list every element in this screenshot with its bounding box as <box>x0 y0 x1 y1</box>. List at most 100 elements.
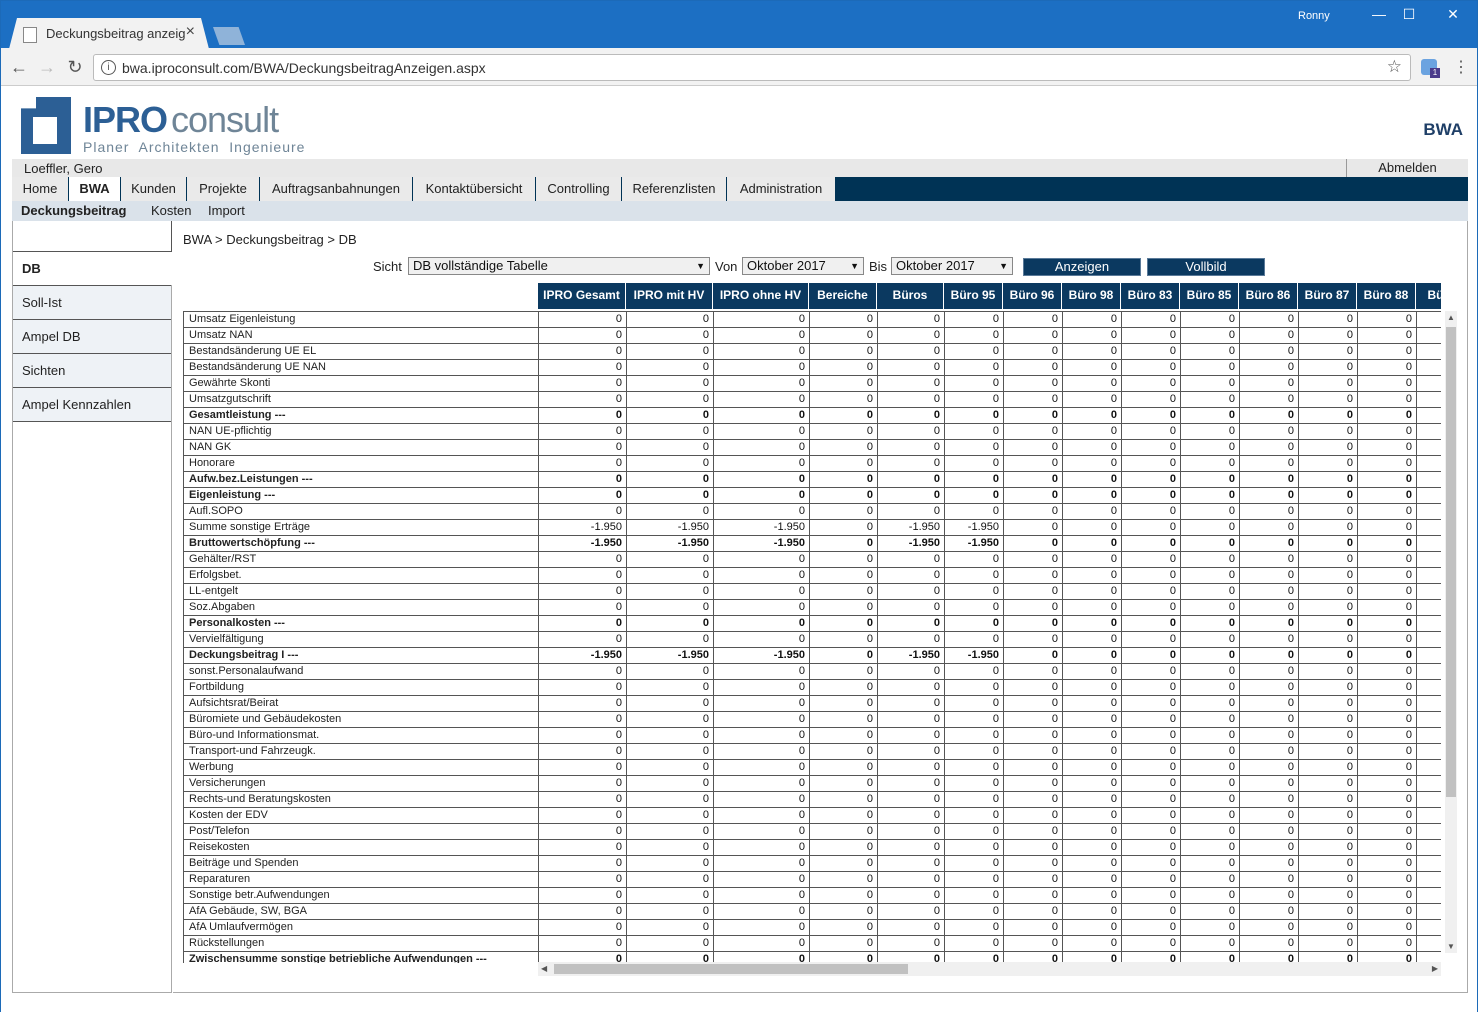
close-window-icon[interactable]: ✕ <box>1438 6 1468 23</box>
address-bar[interactable]: i bwa.iproconsult.com/BWA/Deckungsbeitra… <box>93 54 1411 81</box>
row-label: Erfolgsbet. <box>183 567 538 583</box>
scroll-right-icon[interactable]: ▶ <box>1432 964 1438 973</box>
table-cell: 0 <box>1062 791 1121 807</box>
table-cell: 0 <box>944 455 1003 471</box>
nav-kunden[interactable]: Kunden <box>121 177 187 201</box>
subnav-deckungsbeitrag[interactable]: Deckungsbeitrag <box>21 203 126 218</box>
table-cell: 0 <box>538 471 626 487</box>
new-tab-button[interactable] <box>213 27 245 45</box>
table-cell: 0 <box>1239 439 1298 455</box>
sicht-value: DB vollständige Tabelle <box>413 258 548 273</box>
table-cell: 0 <box>1003 663 1062 679</box>
table-cell: 0 <box>538 903 626 919</box>
nav-projekte[interactable]: Projekte <box>187 177 260 201</box>
sidebar-item-db[interactable]: DB <box>13 252 172 286</box>
table-cell: 0 <box>538 855 626 871</box>
table-cell: 0 <box>538 503 626 519</box>
bis-select[interactable]: Oktober 2017 ▼ <box>891 257 1013 275</box>
vollbild-button[interactable]: Vollbild <box>1147 258 1265 276</box>
vertical-scrollbar[interactable]: ▲ ▼ <box>1445 311 1457 953</box>
table-cell: 0 <box>538 583 626 599</box>
table-cell: 0 <box>538 871 626 887</box>
sidebar-item-ampel-kennzahlen[interactable]: Ampel Kennzahlen <box>13 388 171 422</box>
table-cell: 0 <box>1180 727 1239 743</box>
sicht-select[interactable]: DB vollständige Tabelle ▼ <box>408 257 710 275</box>
scrollbar-thumb[interactable] <box>554 964 908 974</box>
nav-home[interactable]: Home <box>12 177 69 201</box>
scrollbar-thumb[interactable] <box>1446 327 1456 797</box>
table-cell: 0 <box>877 695 944 711</box>
table-cell: 0 <box>877 855 944 871</box>
info-icon[interactable]: i <box>101 60 116 75</box>
close-tab-icon[interactable]: × <box>186 23 195 41</box>
minimize-icon[interactable]: — <box>1364 6 1394 22</box>
subnav-kosten[interactable]: Kosten <box>151 203 191 218</box>
nav-bwa[interactable]: BWA <box>69 177 121 201</box>
logout-button[interactable]: Abmelden <box>1346 159 1468 177</box>
nav-administration[interactable]: Administration <box>727 177 836 201</box>
url-text[interactable]: bwa.iproconsult.com/BWA/DeckungsbeitragA… <box>122 60 486 76</box>
bookmark-star-icon[interactable]: ☆ <box>1387 57 1402 77</box>
von-select[interactable]: Oktober 2017 ▼ <box>742 257 864 275</box>
table-cell: 0 <box>809 903 877 919</box>
table-row: Deckungsbeitrag I --- -1.950 -1.950 -1.950 0… <box>183 647 1441 663</box>
bis-label: Bis <box>869 259 888 274</box>
table-cell <box>1416 935 1441 951</box>
table-row: Büro-und Informationsmat. 0 0 0 0 0 0 0 0 0 0 0 0 0 <box>183 727 1441 743</box>
table-cell: 0 <box>809 519 877 535</box>
table-cell: 0 <box>877 823 944 839</box>
row-label: Eigenleistung --- <box>183 487 538 503</box>
column-header: Büro 98 <box>1062 283 1121 309</box>
back-icon[interactable]: ← <box>9 57 29 78</box>
anzeigen-button[interactable]: Anzeigen <box>1023 258 1141 276</box>
sidebar-item-sichten[interactable]: Sichten <box>13 354 171 388</box>
table-cell: 0 <box>1298 743 1357 759</box>
user-bar: Loeffler, Gero Abmelden <box>12 159 1468 177</box>
row-label: Aufsichtsrat/Beirat <box>183 695 538 711</box>
nav-kontaktuebersicht[interactable]: Kontaktübersicht <box>413 177 536 201</box>
extension-icon[interactable]: 1 <box>1421 59 1440 78</box>
table-cell <box>1416 359 1441 375</box>
sidebar-item-ampel-db[interactable]: Ampel DB <box>13 320 171 354</box>
table-cell: 0 <box>877 903 944 919</box>
table-cell: 0 <box>713 663 809 679</box>
table-cell: 0 <box>1357 423 1416 439</box>
table-row: Rechts-und Beratungskosten 0 0 0 0 0 0 0 0 0 0 0 0 0 <box>183 791 1441 807</box>
horizontal-scrollbar[interactable]: ◀ ▶ <box>538 962 1441 976</box>
table-cell: 0 <box>1121 887 1180 903</box>
reload-icon[interactable]: ↻ <box>65 57 85 78</box>
nav-referenzlisten[interactable]: Referenzlisten <box>622 177 727 201</box>
table-cell: 0 <box>538 407 626 423</box>
table-cell: 0 <box>944 775 1003 791</box>
sidebar-item-soll-ist[interactable]: Soll-Ist <box>13 286 171 320</box>
table-cell: 0 <box>1357 743 1416 759</box>
forward-icon[interactable]: → <box>37 57 57 78</box>
table-cell: 0 <box>944 615 1003 631</box>
nav-auftragsanbahnungen[interactable]: Auftragsanbahnungen <box>260 177 413 201</box>
table-cell: 0 <box>1121 583 1180 599</box>
table-row: AfA Gebäude, SW, BGA 0 0 0 0 0 0 0 0 0 0 0 0 0 <box>183 903 1441 919</box>
subnav-import[interactable]: Import <box>208 203 245 218</box>
row-label: Vervielfältigung <box>183 631 538 647</box>
table-cell: 0 <box>1062 695 1121 711</box>
table-cell: 0 <box>1298 487 1357 503</box>
row-label: Büro-und Informationsmat. <box>183 727 538 743</box>
nav-controlling[interactable]: Controlling <box>536 177 622 201</box>
scroll-down-icon[interactable]: ▼ <box>1447 942 1455 951</box>
scroll-up-icon[interactable]: ▲ <box>1447 313 1455 322</box>
profile-name[interactable]: Ronny <box>1298 10 1330 22</box>
table-cell: 0 <box>877 791 944 807</box>
maximize-icon[interactable]: ☐ <box>1394 6 1424 23</box>
table-cell: 0 <box>809 775 877 791</box>
table-cell: 0 <box>1062 583 1121 599</box>
table-cell: 0 <box>1003 727 1062 743</box>
table-cell: 0 <box>713 503 809 519</box>
table-cell: 0 <box>1121 375 1180 391</box>
table-cell: 0 <box>1357 663 1416 679</box>
table-cell: 0 <box>1121 439 1180 455</box>
table-cell: 0 <box>809 471 877 487</box>
browser-tab[interactable]: Deckungsbeitrag anzeige × <box>9 18 209 49</box>
scroll-left-icon[interactable]: ◀ <box>541 964 547 973</box>
browser-menu-icon[interactable]: ⋮ <box>1453 57 1469 77</box>
table-cell: 0 <box>1062 599 1121 615</box>
